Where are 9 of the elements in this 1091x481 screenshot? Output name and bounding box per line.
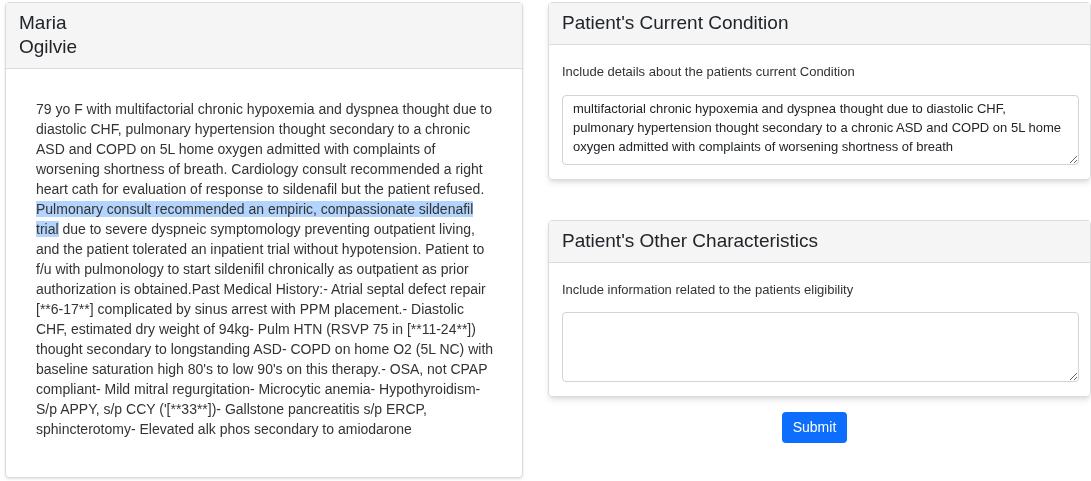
field-label: Include details about the patients current Condition: [562, 63, 856, 81]
text-area[interactable]: multifactorial chronic hypoxemia and dyspnea thought due to diastolic CHF, pulmonary hypertension thought secondary to a chronic ASD and COPD on 5L home oxygen admitted with complaints of worsening shortness of breath: [562, 94, 1079, 165]
section-title: Patient's Other Characteristics: [562, 228, 818, 253]
patient-summary: 79 yo F with multifactorial chronic hypoxemia and dyspnea thought due to diastolic CHF, pulmonary hypertension thought secondary to a chronic ASD and COPD on 5L home oxygen admitted with complaints of worsening shortness of breath. Cardiology consult recommended a right heart cath for evaluation of response to sildenafil but the patient refused. Pulmonary consult recommended an empiric, compassionate sildenafil trial due to severe dyspneic symptomology preventing outpatient living, and the patient tolerated an inpatient trial without hypotension. Patient to f/u with pulmonology to start sildenifil chronically as outpatient as prior authorization is obtained.Past Medical History:- Atrial septal defect repair [**6-17**] complicated by sinus arrest with PPM placement.- Diastolic CHF, estimated dry weight of 94kg- Pulm HTN (RSVP 75 in [**11-24**]) thought secondary to longstanding ASD- COPD on home O2 (5L NC) with baseline saturation high 80's to low 90's on this therapy.- OSA, not CPAP compliant- Mild mitral regurgitation- Microcytic anemia- Hypothyroidism- S/p APPY, s/p CCY ('[**33**])- Gallstone pancreatitis s/p ERCP, sphincterotomy- Elevated alk phos secondary to amiodarone: [36, 100, 495, 439]
field-label: Include information related to the patients eligibility: [562, 280, 855, 299]
section-title: Patient's Current Condition: [562, 11, 789, 36]
patient-name: Maria Ogilvie: [19, 11, 79, 59]
text-area[interactable]: [562, 312, 1079, 382]
submit-button[interactable]: Submit: [781, 412, 848, 443]
